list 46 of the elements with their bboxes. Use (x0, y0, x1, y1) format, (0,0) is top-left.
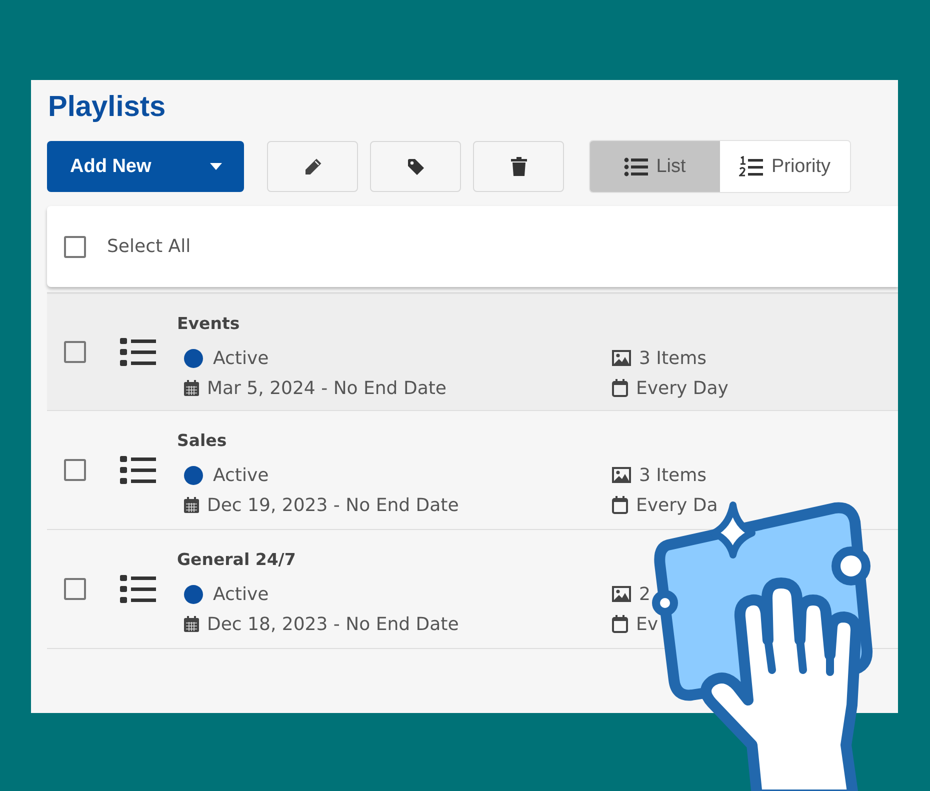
select-all-checkbox[interactable] (64, 236, 86, 258)
calendar-icon (612, 615, 628, 633)
item-count: 3 Items (639, 464, 707, 486)
status-text: Active (213, 584, 269, 604)
edit-button[interactable] (267, 141, 358, 192)
playlist-name: Events (177, 314, 241, 335)
playlist-name: General 24/7 (177, 550, 297, 571)
row-checkbox[interactable] (64, 341, 86, 363)
calendar-icon (612, 379, 628, 397)
image-icon (612, 586, 631, 602)
pencil-icon (304, 158, 322, 176)
status-text: Active (213, 348, 269, 368)
item-count: 3 Items (639, 348, 707, 368)
row-checkbox[interactable] (64, 578, 86, 600)
select-all-label: Select All (107, 236, 191, 257)
playlist-row[interactable]: Events Active Mar 5, 2024 - No End Date 3 Items Every Day (47, 292, 898, 411)
tag-button[interactable] (370, 141, 461, 192)
add-new-button[interactable]: Add New (47, 141, 244, 192)
numbered-list-icon (739, 156, 764, 178)
date-range: Mar 5, 2024 - No End Date (207, 378, 446, 398)
tag-icon (406, 158, 424, 176)
page-title: Playlists (48, 90, 167, 125)
priority-view-tab[interactable]: Priority (720, 141, 850, 192)
status-text: Active (213, 464, 269, 486)
caret-icon (210, 163, 222, 170)
trash-icon (510, 157, 526, 176)
calendar-icon (184, 380, 199, 396)
calendar-icon (184, 497, 199, 513)
list-view-tab[interactable]: List (590, 141, 720, 192)
delete-button[interactable] (473, 141, 564, 192)
row-checkbox[interactable] (64, 459, 86, 481)
date-range: Dec 19, 2023 - No End Date (207, 494, 459, 516)
list-icon (120, 574, 156, 604)
schedule-text: Every Da (636, 494, 718, 516)
date-range: Dec 18, 2023 - No End Date (207, 614, 459, 634)
image-icon (612, 467, 631, 483)
calendar-icon (612, 496, 628, 514)
calendar-icon (184, 616, 199, 632)
list-icon (624, 156, 648, 176)
list-icon (120, 455, 156, 485)
schedule-text: Ev (636, 614, 658, 634)
playlist-name: Sales (177, 431, 228, 452)
item-count: 2 (639, 584, 650, 604)
list-icon (120, 337, 156, 367)
image-icon (612, 350, 631, 366)
schedule-text: Every Day (636, 378, 728, 398)
